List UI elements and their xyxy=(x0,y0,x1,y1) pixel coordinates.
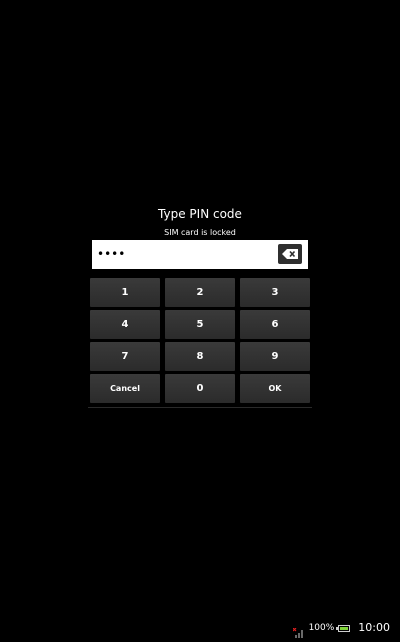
key-1[interactable]: 1 xyxy=(90,278,160,307)
key-6[interactable]: 6 xyxy=(240,310,310,339)
key-8[interactable]: 8 xyxy=(165,342,235,371)
cancel-button[interactable]: Cancel xyxy=(90,374,160,403)
backspace-button[interactable] xyxy=(278,244,302,264)
pin-masked-value: •••• xyxy=(97,247,126,261)
key-5[interactable]: 5 xyxy=(165,310,235,339)
keypad-row: 1 2 3 xyxy=(90,278,310,307)
battery-tip xyxy=(336,626,339,630)
battery-fill xyxy=(340,626,349,630)
status-icons: 100% 10:00 xyxy=(292,620,390,638)
battery-percent: 100% xyxy=(308,623,335,633)
pin-input[interactable]: •••• xyxy=(92,240,308,269)
key-9[interactable]: 9 xyxy=(240,342,310,371)
keypad-row: 4 5 6 xyxy=(90,310,310,339)
status-clock: 10:00 xyxy=(358,621,390,634)
battery-icon xyxy=(336,624,351,632)
numeric-keypad: 1 2 3 4 5 6 7 8 9 Cancel 0 OK xyxy=(90,278,310,406)
keypad-row: 7 8 9 xyxy=(90,342,310,371)
pin-dialog-subtitle: SIM card is locked xyxy=(164,228,236,237)
no-sim-signal-icon xyxy=(292,623,305,638)
dialog-divider xyxy=(88,407,312,408)
key-0[interactable]: 0 xyxy=(165,374,235,403)
keypad-row: Cancel 0 OK xyxy=(90,374,310,403)
key-3[interactable]: 3 xyxy=(240,278,310,307)
key-4[interactable]: 4 xyxy=(90,310,160,339)
backspace-icon xyxy=(282,249,298,259)
pin-dialog-title: Type PIN code xyxy=(158,207,242,221)
key-7[interactable]: 7 xyxy=(90,342,160,371)
status-bar: 100% 10:00 xyxy=(0,616,400,640)
key-2[interactable]: 2 xyxy=(165,278,235,307)
ok-button[interactable]: OK xyxy=(240,374,310,403)
